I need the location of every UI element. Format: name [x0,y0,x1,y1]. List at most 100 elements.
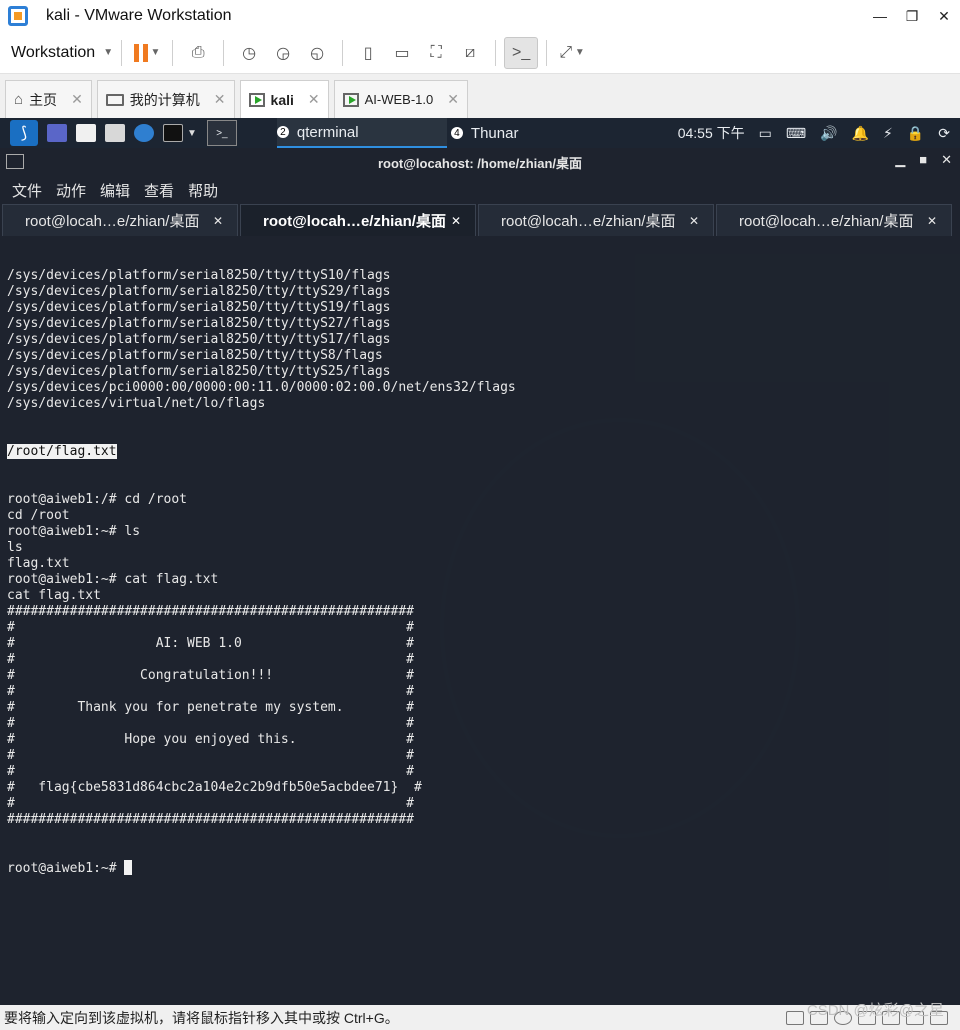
minimize-button[interactable]: ▁ [895,152,905,168]
terminal-line: /sys/devices/platform/serial8250/tty/tty… [7,364,391,379]
toolbar-divider [121,39,123,66]
hard-disk-icon[interactable] [786,1010,804,1025]
terminal-line: # Hope you enjoyed this. # [7,732,414,747]
close-tab-icon[interactable]: ✕ [451,214,461,228]
snapshot-manager-button[interactable]: ◵ [300,37,334,69]
home-icon: ⌂ [14,91,24,108]
terminal-menubar: 文件 动作 编辑 查看 帮助 [0,176,960,204]
window-title: kali - VMware Workstation [46,7,232,24]
terminal-icon[interactable] [163,124,183,142]
volume-icon[interactable]: 🔊 [820,125,837,142]
minimize-button[interactable]: — [864,8,896,25]
lock-icon[interactable]: 🔒 [907,125,924,142]
close-tab-icon[interactable]: ✕ [689,214,699,228]
show-thumbnail-button[interactable]: ▭ [385,37,419,69]
revert-snapshot-button[interactable]: ◶ [266,37,300,69]
vm-tab-ai-web[interactable]: AI-WEB-1.0 ✕ [333,80,468,118]
menu-help[interactable]: 帮助 [188,180,218,201]
workstation-menu[interactable]: Workstation ▼ [11,44,113,62]
maximize-button[interactable]: ■ [919,152,927,168]
logout-icon[interactable]: ⟳ [938,125,950,142]
close-tab-icon[interactable]: ✕ [447,91,459,108]
close-button[interactable]: ✕ [928,8,960,25]
keyboard-icon[interactable]: ⌨ [786,125,806,142]
terminal-line: # # [7,652,414,667]
console-view-button[interactable]: >_ [504,36,539,69]
menu-view[interactable]: 查看 [144,180,174,201]
terminal-title: root@locahost: /home/zhian/桌面 [377,155,583,171]
workspace-icon[interactable] [47,124,67,142]
terminal-tab[interactable]: root@locah…e/zhian/桌面 ✕ [478,204,714,236]
terminal-line: root@aiweb1:/# cd /root [7,492,188,507]
window-count-badge: 2 [276,126,289,138]
vm-tab-home[interactable]: ⌂ 主页 ✕ [5,80,92,118]
terminal-line: # # [7,748,414,763]
toolbar-divider [495,39,497,66]
taskbar-item-thunar[interactable]: 4 Thunar [450,118,621,148]
menu-edit[interactable]: 编辑 [100,180,130,201]
vm-tab-kali[interactable]: kali ✕ [239,80,329,118]
terminal-line: /sys/devices/pci0000:00/0000:00:11.0/000… [7,380,516,395]
clock[interactable]: 04:55 下午 [678,123,745,143]
toolbar-divider [546,39,548,66]
terminal-line: ########################################… [7,604,414,619]
unity-button[interactable]: ⧄ [453,37,487,69]
qterminal-window[interactable]: root@locahost: /home/zhian/桌面 ▁ ■ ✕ 文件 动… [0,148,960,1005]
vm-tab-label: 主页 [29,91,58,108]
close-tab-icon[interactable]: ✕ [71,91,83,108]
menu-file[interactable]: 文件 [12,180,42,201]
show-desktop-button[interactable]: >_ [206,120,237,146]
kali-menu-button[interactable]: ⟆ [10,120,38,146]
terminal-tab-label: root@locah…e/zhian/桌面 [501,213,676,230]
close-button[interactable]: ✕ [941,152,952,168]
terminal-prompt-line: root@aiweb1:~# [7,860,953,877]
terminal-line: root@aiweb1:~# ls [7,524,141,539]
vm-tab-my-computer[interactable]: 我的计算机 ✕ [96,80,235,118]
terminal-line: ls [7,540,23,555]
chevron-down-icon[interactable]: ▼ [187,128,197,139]
send-ctrl-alt-del-button[interactable]: ⎙ [181,37,215,69]
terminal-output-before: /sys/devices/platform/serial8250/tty/tty… [7,268,953,412]
vm-running-icon [248,92,265,107]
menu-action[interactable]: 动作 [56,180,86,201]
close-tab-icon[interactable]: ✕ [213,214,223,228]
console-icon: >_ [511,43,531,61]
terminal-tab-active[interactable]: root@locah…e/zhian/桌面 ✕ [240,204,476,236]
notification-bell-icon[interactable]: 🔔 [852,125,869,142]
fullscreen-button[interactable]: ⛶ [419,37,453,69]
vm-guest-screen[interactable]: ⟆ ▼ >_ 2 qterminal 4 Thunar 04:55 下午 ▭ ⌨… [0,118,960,1005]
terminal-line: /sys/devices/platform/serial8250/tty/tty… [7,316,391,331]
vm-tab-label: kali [270,91,294,108]
taskbar-item-qterminal[interactable]: 2 qterminal [276,118,447,148]
terminal-output[interactable]: /sys/devices/platform/serial8250/tty/tty… [0,236,960,909]
browser-globe-icon[interactable] [134,124,154,142]
close-tab-icon[interactable]: ✕ [214,91,226,108]
close-tab-icon[interactable]: ✕ [927,214,937,228]
terminal-tab[interactable]: root@locah…e/zhian/桌面 ✕ [716,204,952,236]
text-editor-icon[interactable] [105,124,125,142]
unity-icon: ⧄ [465,43,476,61]
terminal-line: ########################################… [7,812,414,827]
show-library-button[interactable]: ▯ [351,37,385,69]
snapshot-button[interactable]: ◷ [232,37,266,69]
kali-top-panel: ⟆ ▼ >_ 2 qterminal 4 Thunar 04:55 下午 ▭ ⌨… [0,118,960,148]
terminal-tab-label: root@locah…e/zhian/桌面 [25,213,200,230]
terminal-window-controls: ▁ ■ ✕ [895,152,952,168]
terminal-titlebar: root@locahost: /home/zhian/桌面 ▁ ■ ✕ [0,148,960,176]
pause-icon [133,43,148,62]
maximize-button[interactable]: ❐ [896,8,928,25]
terminal-tab-bar: root@locah…e/zhian/桌面 ✕ root@locah…e/zhi… [0,204,960,236]
terminal-line: flag.txt [7,556,70,571]
pause-button[interactable]: ▼ [130,37,164,69]
stretch-guest-button[interactable]: ⤢ ▼ [555,37,589,69]
terminal-line: # # [7,684,414,699]
monitor-icon [105,93,124,106]
vm-tab-label: AI-WEB-1.0 [364,92,434,107]
terminal-tab[interactable]: root@locah…e/zhian/桌面 ✕ [2,204,238,236]
terminal-line: cat flag.txt [7,588,101,603]
power-manager-icon[interactable]: ⚡ [883,125,893,142]
terminal-line: /sys/devices/platform/serial8250/tty/tty… [7,332,391,347]
display-icon[interactable]: ▭ [759,125,772,142]
file-manager-icon[interactable] [76,124,96,142]
close-tab-icon[interactable]: ✕ [308,91,320,108]
